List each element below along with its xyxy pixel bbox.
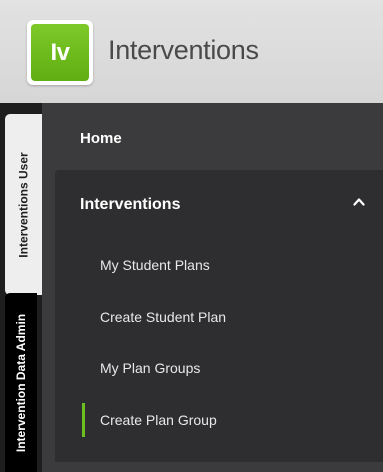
nav-item-create-student-plan[interactable]: Create Student Plan xyxy=(55,297,383,337)
nav-item-home[interactable]: Home xyxy=(42,113,383,163)
sidebar-nav: Home Interventions My Student Plans Crea… xyxy=(42,103,383,472)
nav-item-label: My Plan Groups xyxy=(100,360,201,376)
section-header-interventions[interactable]: Interventions xyxy=(55,180,383,230)
nav-item-label: My Student Plans xyxy=(100,257,210,273)
logo-badge: Iv xyxy=(31,24,89,81)
logo-text: Iv xyxy=(50,38,70,66)
tab-intervention-data-admin[interactable]: Intervention Data Admin xyxy=(5,293,37,472)
nav-item-my-plan-groups[interactable]: My Plan Groups xyxy=(55,348,383,388)
tab-interventions-user[interactable]: Interventions User xyxy=(5,114,42,295)
role-tab-rail: Interventions User Intervention Data Adm… xyxy=(0,103,42,472)
tab-label: Interventions User xyxy=(16,151,31,258)
nav-item-label: Create Student Plan xyxy=(100,309,227,325)
tab-label: Intervention Data Admin xyxy=(14,313,29,452)
app-title: Interventions xyxy=(108,35,259,65)
app-header: Iv Interventions xyxy=(0,0,383,103)
nav-item-label: Create Plan Group xyxy=(100,412,217,428)
nav-section-interventions: Interventions My Student Plans Create St… xyxy=(55,170,383,462)
section-label: Interventions xyxy=(80,196,181,213)
nav-item-my-student-plans[interactable]: My Student Plans xyxy=(55,245,383,285)
nav-item-create-plan-group[interactable]: Create Plan Group xyxy=(55,400,383,440)
chevron-up-icon[interactable] xyxy=(353,196,365,208)
app-logo[interactable]: Iv xyxy=(27,20,93,85)
